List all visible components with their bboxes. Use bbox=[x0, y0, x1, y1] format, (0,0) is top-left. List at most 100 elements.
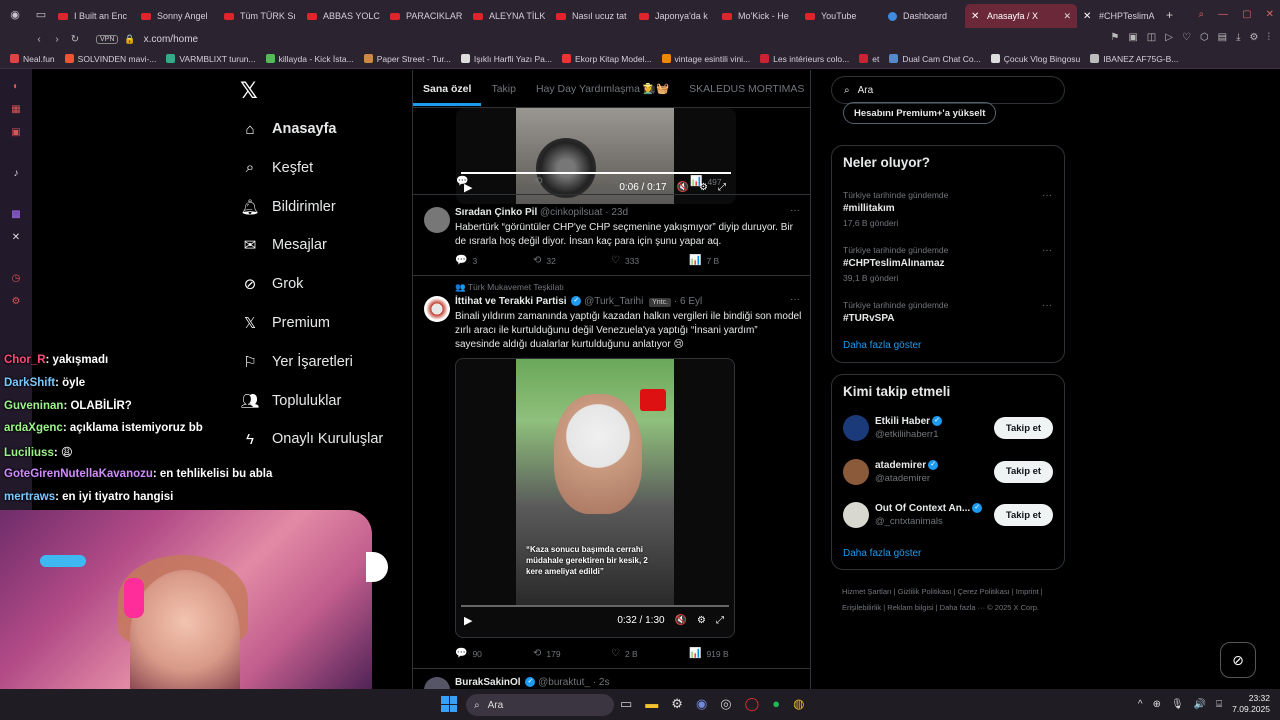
browser-tab[interactable]: Sonny Angel bbox=[135, 4, 218, 28]
taskbar-search[interactable]: ⌕ Ara bbox=[466, 694, 614, 716]
browser-menu-icon[interactable]: ◉ bbox=[0, 0, 30, 29]
browser-tab[interactable]: Tüm TÜRK Sı bbox=[218, 4, 301, 28]
sidebar-messenger-icon[interactable]: ▣ bbox=[0, 127, 32, 138]
nav-item-mesajlar[interactable]: ✉ Mesajlar bbox=[240, 230, 327, 260]
wallet-icon[interactable]: ▤ bbox=[1218, 32, 1227, 43]
spotify-icon[interactable]: ● bbox=[772, 696, 780, 712]
mute-icon[interactable]: 🔇 bbox=[675, 615, 687, 626]
clock[interactable]: 23:32 7.09.2025 bbox=[1232, 693, 1270, 715]
post[interactable]: 👥 Türk Mukavemet Teşkilatı İttihat ve Te… bbox=[413, 275, 810, 667]
browser-tab[interactable]: ✕ #CHPTeslimA bbox=[1077, 4, 1160, 28]
fullscreen-icon[interactable]: ⤢ bbox=[716, 615, 724, 626]
extensions-icon[interactable]: ⬡ bbox=[1200, 32, 1209, 43]
reply-button[interactable]: 💬 90 bbox=[455, 648, 533, 659]
trend-name[interactable]: #TURvSPA bbox=[843, 313, 895, 324]
post[interactable]: Sıradan Çinko Pil @cinkopilsuat · 23d ··… bbox=[413, 194, 810, 274]
more-icon[interactable]: ··· bbox=[1042, 300, 1052, 311]
browser-tab[interactable]: Mo'Kick - He bbox=[716, 4, 799, 28]
file-explorer-icon[interactable]: ▬ bbox=[645, 696, 658, 712]
show-more-link[interactable]: Daha fazla göster bbox=[843, 548, 921, 559]
vpn-tray-icon[interactable]: ⊕ bbox=[1153, 699, 1161, 710]
repost-button[interactable]: ⟲ bbox=[534, 176, 612, 187]
obs-icon[interactable]: ◎ bbox=[720, 696, 731, 712]
easy-setup-icon[interactable]: ⫶ bbox=[1268, 32, 1271, 43]
nav-item-onaylı-kuruluşlar[interactable]: ϟ Onaylı Kuruluşlar bbox=[240, 424, 383, 454]
sidebar-music-icon[interactable]: ♪ bbox=[0, 168, 32, 179]
play-icon[interactable]: ▶ bbox=[464, 614, 472, 627]
like-button[interactable]: ♡ 333 bbox=[611, 255, 689, 266]
volume-icon[interactable]: 🔊 bbox=[1194, 699, 1206, 710]
video-player[interactable]: ▶ 0:06 / 0:17 🔇 ⚙ ⤢ bbox=[456, 108, 736, 204]
views-button[interactable]: 📊 7 B bbox=[689, 255, 767, 266]
author-handle[interactable]: @Turk_Tarihi bbox=[584, 296, 643, 307]
nav-item-keşfet[interactable]: ⌕ Keşfet bbox=[240, 153, 313, 183]
url-field[interactable]: x.com/home bbox=[144, 34, 198, 45]
chat-username[interactable]: DarkShift bbox=[4, 377, 55, 389]
bookmark-item[interactable]: SOLVINDEN mavi-... bbox=[64, 54, 156, 64]
nav-item-premium[interactable]: 𝕏 Premium bbox=[240, 308, 330, 338]
video-progress-bar[interactable] bbox=[461, 605, 729, 607]
nav-item-bildirimler[interactable]: 🔔︎ Bildirimler bbox=[240, 192, 335, 222]
premium-upgrade-button[interactable]: Hesabını Premium+'a yükselt bbox=[843, 102, 997, 124]
search-input[interactable]: ⌕ Ara bbox=[831, 76, 1065, 104]
chat-username[interactable]: Luciliuss bbox=[4, 447, 54, 459]
reply-button[interactable]: 💬 3 bbox=[455, 255, 533, 266]
new-tab-icon[interactable]: + bbox=[1166, 8, 1173, 22]
nav-item-grok[interactable]: ⊘ Grok bbox=[240, 269, 304, 299]
close-window-icon[interactable]: ✕ bbox=[1266, 9, 1274, 20]
suggested-account-name[interactable]: atademirer ✓ bbox=[875, 460, 939, 471]
feed-tab[interactable]: SKALEDUS MORTIMAS bbox=[679, 83, 810, 95]
chat-username[interactable]: mertraws bbox=[4, 491, 55, 503]
sidebar-aria-icon[interactable]: ◐ bbox=[0, 81, 32, 92]
gear-icon[interactable]: ⚙ bbox=[697, 615, 706, 626]
task-view-icon[interactable]: ▭ bbox=[620, 696, 632, 712]
footer-links[interactable]: Hizmet Şartları | Gizlilik Politikası | … bbox=[842, 584, 1062, 616]
browser-tab[interactable]: I Built an Enc bbox=[52, 4, 135, 28]
settings-icon[interactable]: ⚙ bbox=[1250, 32, 1259, 43]
chat-username[interactable]: Chor_R bbox=[4, 354, 46, 366]
forward-icon[interactable]: › bbox=[48, 34, 66, 45]
browser-tab[interactable]: ABBAS YOLC bbox=[301, 4, 384, 28]
minimize-icon[interactable]: — bbox=[1218, 9, 1228, 20]
browser-tab[interactable]: Dashboard bbox=[882, 4, 965, 28]
discord-icon[interactable]: ◉ bbox=[696, 696, 707, 712]
browser-tab[interactable]: YouTube bbox=[799, 4, 882, 28]
feed-tab[interactable]: Hay Day Yardımlaşma 👩‍🌾🧺 bbox=[526, 82, 679, 95]
repost-button[interactable]: ⟲ 179 bbox=[533, 648, 611, 659]
more-icon[interactable]: ··· bbox=[790, 294, 800, 305]
heart-icon[interactable]: ♡ bbox=[1182, 32, 1191, 43]
avatar[interactable] bbox=[843, 415, 869, 441]
bookmark-item[interactable]: killayda - Kick İsta... bbox=[265, 54, 354, 64]
tab-overview-icon[interactable]: ▭ bbox=[30, 0, 52, 29]
bookmark-item[interactable]: IBANEZ AF75G-B... bbox=[1090, 54, 1178, 64]
post[interactable]: BurakSakinOl ✓ @buraktut_ · 2s bbox=[413, 668, 810, 690]
chrome-icon[interactable]: ◍ bbox=[793, 696, 804, 712]
community-context[interactable]: 👥 Türk Mukavemet Teşkilatı bbox=[455, 282, 564, 293]
bookmark-item[interactable]: Dual Cam Chat Co... bbox=[889, 54, 981, 64]
video-player[interactable]: “Kaza sonucu başımda cerrahi müdahale ge… bbox=[455, 358, 735, 638]
post-time[interactable]: 2s bbox=[599, 677, 610, 688]
sidebar-clock-icon[interactable]: ◷ bbox=[0, 273, 32, 284]
nav-item-topluluklar[interactable]: 👥︎ Topluluklar bbox=[240, 386, 341, 416]
suggested-account-name[interactable]: Etkili Haber ✓ bbox=[875, 416, 943, 427]
affiliate-badge[interactable]: Yntc. bbox=[649, 298, 672, 307]
bookmark-item[interactable]: et bbox=[859, 54, 879, 64]
vpn-badge[interactable]: VPN bbox=[96, 34, 119, 44]
browser-tab[interactable]: Nasıl ucuz tat bbox=[550, 4, 633, 28]
browser-tab[interactable]: PARACIKLAR bbox=[384, 4, 467, 28]
mic-icon[interactable]: 🎙 bbox=[1171, 699, 1184, 710]
browser-tab[interactable]: Japonya'da k bbox=[633, 4, 716, 28]
author-name[interactable]: İttihat ve Terakki Partisi bbox=[455, 296, 567, 307]
bookmark-item[interactable]: Les intérieurs colo... bbox=[760, 54, 849, 64]
author-name[interactable]: Sıradan Çinko Pil bbox=[455, 207, 537, 218]
video-progress-bar[interactable] bbox=[461, 172, 731, 174]
author-handle[interactable]: @cinkopilsuat bbox=[540, 207, 602, 218]
views-button[interactable]: 📊 497 bbox=[690, 176, 768, 187]
more-icon[interactable]: ··· bbox=[1042, 245, 1052, 256]
opera-icon[interactable]: ◯ bbox=[745, 696, 760, 712]
avatar[interactable] bbox=[843, 502, 869, 528]
feed-tab[interactable]: Takip bbox=[481, 83, 526, 95]
author-name[interactable]: BurakSakinOl bbox=[455, 677, 521, 688]
suggested-account-name[interactable]: Out Of Context An... ✓ bbox=[875, 503, 983, 514]
tray-arrow-icon[interactable]: ^ bbox=[1138, 699, 1143, 710]
